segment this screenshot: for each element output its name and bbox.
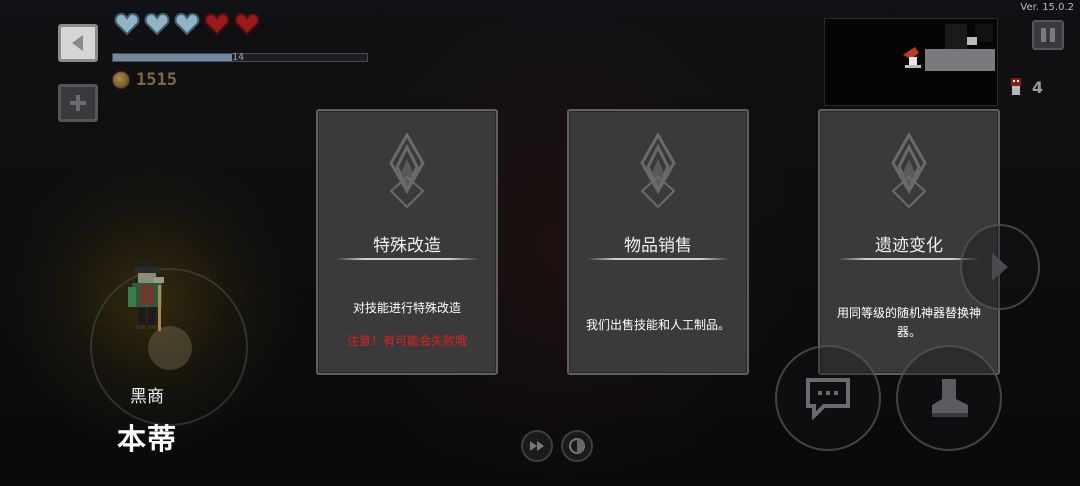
add-button[interactable]: [58, 84, 98, 122]
pause-icon: [1050, 28, 1055, 42]
card-special-modification[interactable]: 特殊改造 对技能进行特殊改造 注意！有可能会失败哦: [316, 109, 498, 375]
card-divider: [336, 258, 478, 260]
card-description: 我们出售技能和人工制品。: [585, 318, 730, 332]
next-button[interactable]: [960, 224, 1040, 310]
card-item-sales[interactable]: 物品销售 我们出售技能和人工制品。: [567, 109, 749, 375]
pause-button[interactable]: [1032, 20, 1064, 50]
coin-amount: 1515: [136, 70, 177, 90]
fast-forward-icon: [530, 441, 544, 451]
card-warning: 注意！有可能会失败哦: [346, 334, 467, 348]
minimap[interactable]: [824, 18, 998, 106]
game-screen: 14 1515 Ver. 15.0.2 4 黑商 本蒂 特殊改造 对技能进行特殊…: [0, 0, 1080, 486]
card-title: 物品销售: [624, 236, 692, 256]
merchant-sprite: [128, 261, 164, 331]
diamond-emblem-icon: [389, 133, 425, 209]
enemy-icon: [1011, 78, 1021, 95]
pause-icon: [1041, 28, 1046, 42]
experience-bar-fill: [113, 54, 233, 61]
diamond-emblem-icon: [640, 133, 676, 209]
npc-name: 本蒂: [116, 422, 177, 456]
swap-button[interactable]: [561, 430, 593, 462]
heart-icon: [234, 12, 260, 36]
shield-heart-icon: [144, 12, 170, 36]
diamond-emblem-icon: [891, 133, 927, 209]
minimap-player-icon: [903, 47, 921, 68]
coin-counter: 1515: [112, 70, 177, 90]
back-button[interactable]: [58, 24, 98, 62]
experience-level: 14: [232, 52, 245, 63]
chat-icon: [806, 378, 850, 420]
boot-icon: [932, 379, 968, 417]
dash-button[interactable]: [521, 430, 553, 462]
heart-icon: [204, 12, 230, 36]
minimap-room: [945, 24, 967, 50]
npc-title: 黑商: [130, 387, 164, 407]
health-hearts: [114, 12, 260, 36]
card-description: 用同等级的随机神器替换神器。: [836, 306, 981, 339]
minimap-room: [975, 24, 993, 42]
version-label: Ver. 15.0.2: [1020, 2, 1074, 13]
minimap-room: [925, 49, 995, 71]
enemy-count-value: 4: [1032, 77, 1044, 97]
card-title: 特殊改造: [373, 236, 441, 256]
card-divider: [587, 258, 729, 260]
chevron-right-icon: [992, 253, 1008, 281]
card-description: 对技能进行特殊改造: [352, 301, 461, 315]
coin-icon: [112, 71, 130, 89]
plus-icon: [70, 95, 86, 111]
yin-yang-icon: [569, 438, 585, 454]
skill-button[interactable]: [896, 345, 1002, 451]
minimap-room: [967, 37, 977, 45]
enemy-counter: 4: [1008, 76, 1043, 98]
chat-button[interactable]: [775, 345, 881, 451]
back-arrow-icon: [72, 35, 83, 51]
shield-heart-icon: [114, 12, 140, 36]
card-divider: [838, 258, 980, 260]
shield-heart-icon: [174, 12, 200, 36]
